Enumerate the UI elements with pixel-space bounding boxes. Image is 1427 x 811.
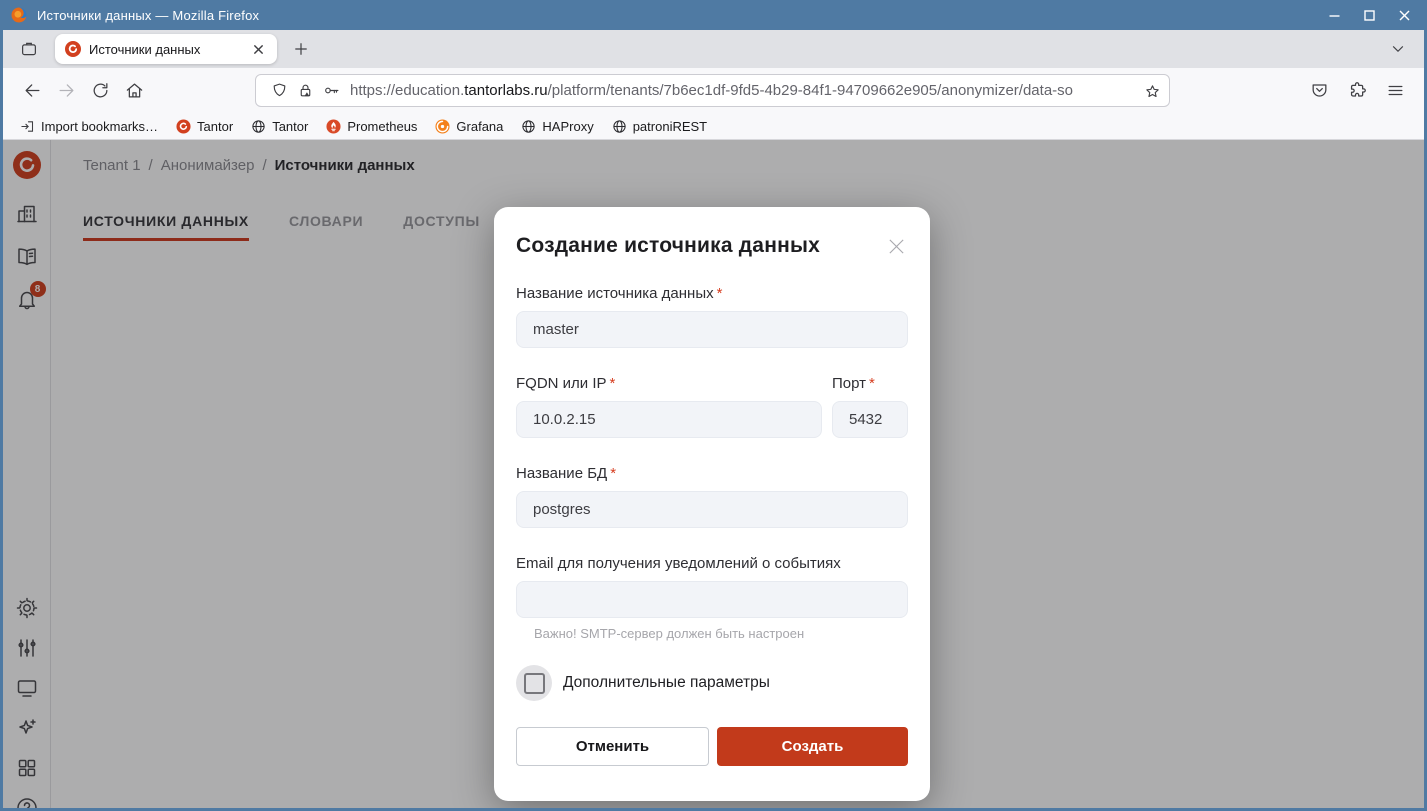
tantor-icon [176,119,191,134]
checkbox-box [524,673,545,694]
close-window-button[interactable] [1398,9,1411,22]
modal-close-button[interactable] [884,234,908,258]
pocket-icon[interactable] [1302,74,1336,108]
url-scheme: https://education. [350,82,464,99]
browser-chrome: Источники данных [3,30,1424,808]
bookmark-patronirest[interactable]: patroniREST [605,117,714,136]
url-domain: tantorlabs.ru [464,82,547,99]
shield-icon[interactable] [266,78,292,104]
bookmarks-toolbar: Import bookmarks… Tantor Tantor Promethe… [3,113,1424,140]
email-field-label: Email для получения уведомлений о событи… [516,555,908,572]
cancel-button[interactable]: Отменить [516,727,709,766]
tab-title: Источники данных [89,42,247,57]
bookmark-grafana[interactable]: Grafana [428,117,510,136]
globe-icon [251,119,266,134]
key-icon [318,78,344,104]
minimize-button[interactable] [1328,9,1341,22]
extensions-icon[interactable] [1340,74,1374,108]
create-datasource-modal: Создание источника данных Название источ… [494,207,930,801]
required-asterisk: * [717,285,723,302]
home-button[interactable] [117,74,151,108]
tantor-favicon-icon [65,41,81,57]
window-title: Источники данных — Mozilla Firefox [37,8,259,23]
url-path: /platform/tenants/7b6ec1df-9fd5-4b29-84f… [548,82,1073,99]
email-input[interactable] [516,581,908,618]
navigation-toolbar: https://education.tantorlabs.ru/platform… [3,68,1424,113]
url-bar[interactable]: https://education.tantorlabs.ru/platform… [255,74,1170,107]
menu-hamburger-icon[interactable] [1378,74,1412,108]
required-asterisk: * [610,465,616,482]
bookmark-prometheus[interactable]: Prometheus [319,117,424,136]
name-field-label: Название источника данных* [516,285,908,302]
firefox-window: Источники данных — Mozilla Firefox Источ… [0,0,1427,811]
host-field-label: FQDN или IP* [516,375,822,392]
browser-tab[interactable]: Источники данных [55,34,277,64]
back-button[interactable] [15,74,49,108]
create-button[interactable]: Создать [717,727,908,766]
bookmark-haproxy[interactable]: HAProxy [514,117,600,136]
advanced-params-row: Дополнительные параметры [516,665,908,701]
reload-button[interactable] [83,74,117,108]
close-tab-button[interactable] [247,38,269,60]
maximize-button[interactable] [1363,9,1376,22]
bookmark-tantor-1[interactable]: Tantor [169,117,240,136]
advanced-params-label: Дополнительные параметры [563,674,770,692]
smtp-helper-text: Важно! SMTP-сервер должен быть настроен [534,626,908,641]
globe-icon [612,119,627,134]
new-tab-button[interactable] [285,34,317,64]
forward-button[interactable] [49,74,83,108]
database-input[interactable] [516,491,908,528]
grafana-icon [435,119,450,134]
import-icon [20,119,35,134]
modal-title: Создание источника данных [516,234,820,258]
page-content: 8 [3,140,1424,808]
bookmark-tantor-2[interactable]: Tantor [244,117,315,136]
list-all-tabs-button[interactable] [1382,34,1414,64]
advanced-params-checkbox[interactable] [516,665,552,701]
port-input[interactable] [832,401,908,438]
lock-warning-icon[interactable] [292,78,318,104]
required-asterisk: * [610,375,616,392]
bookmark-star-icon[interactable] [1139,78,1165,104]
database-field-label: Название БД* [516,465,908,482]
firefox-view-button[interactable] [13,34,45,64]
tab-bar: Источники данных [3,30,1424,68]
port-field-label: Порт* [832,375,908,392]
globe-icon [521,119,536,134]
prometheus-icon [326,119,341,134]
title-bar: Источники данных — Mozilla Firefox [0,0,1427,30]
url-text: https://education.tantorlabs.ru/platform… [350,82,1073,99]
name-input[interactable] [516,311,908,348]
bookmark-import[interactable]: Import bookmarks… [13,117,165,136]
host-input[interactable] [516,401,822,438]
url-fade [1091,76,1137,105]
firefox-logo-icon [10,6,28,24]
required-asterisk: * [869,375,875,392]
